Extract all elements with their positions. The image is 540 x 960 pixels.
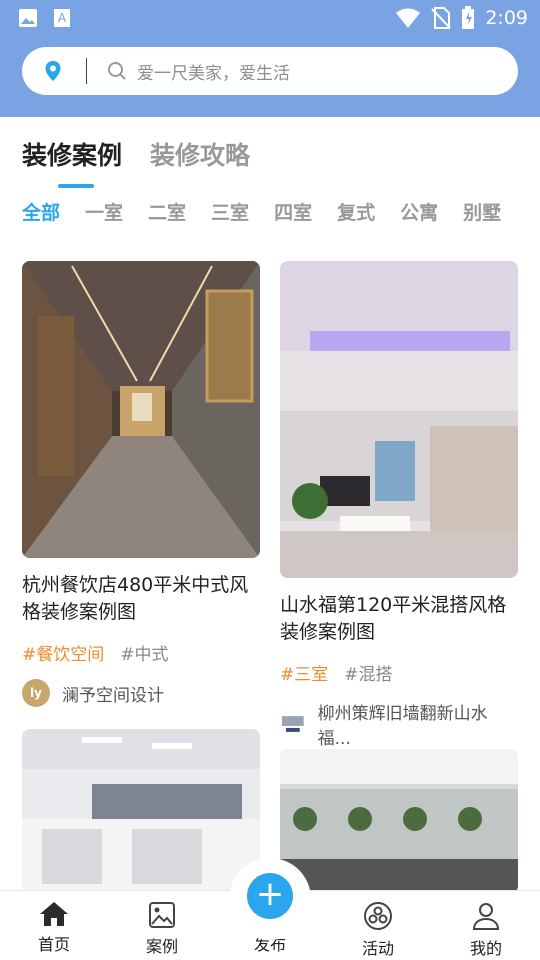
nav-activity[interactable]: 活动 [324,891,432,960]
svg-text:A: A [58,11,67,25]
case-card[interactable] [22,729,260,894]
author-name: 澜予空间设计 [62,685,164,706]
search-icon [108,62,126,80]
case-tag-secondary[interactable]: #中式 [120,640,168,665]
search-input[interactable]: 爱一尺美家，爱生活 [137,59,290,84]
category-villa[interactable]: 别墅 [463,198,501,225]
category-one-room[interactable]: 一室 [85,198,123,225]
status-bar: A 2:09 [0,0,540,36]
case-tag-primary[interactable]: #餐饮空间 [22,640,104,665]
case-title[interactable]: 杭州餐饮店480平米中式风格装修案例图 [22,572,260,626]
case-card[interactable] [280,749,518,894]
category-three-room[interactable]: 三室 [211,198,249,225]
image-icon [149,902,175,928]
nav-mine[interactable]: 我的 [432,891,540,960]
home-icon [40,902,68,926]
case-tags: #餐饮空间 #中式 [22,640,260,665]
author-avatar: ly [22,679,50,707]
nav-home[interactable]: 首页 [0,891,108,960]
search-divider [86,58,87,84]
category-two-room[interactable]: 二室 [148,198,186,225]
case-tags: #三室 #混搭 [280,660,518,685]
case-tag-primary[interactable]: #三室 [280,660,328,685]
case-card[interactable]: 山水福第120平米混搭风格装修案例图 #三室 #混搭 柳州策辉旧墙翻新山水福..… [280,261,518,749]
nav-home-label: 首页 [37,935,70,954]
case-image-livingroom[interactable] [280,261,518,578]
publish-plus-button[interactable]: + [247,873,293,919]
location-pin-icon[interactable] [42,60,64,82]
wifi-icon [396,8,421,28]
case-card[interactable]: 杭州餐饮店480平米中式风格装修案例图 #餐饮空间 #中式 ly 澜予空间设计 [22,261,260,707]
activity-icon [364,902,392,930]
nav-cases[interactable]: 案例 [108,891,216,960]
case-author[interactable]: 柳州策辉旧墙翻新山水福... [280,699,518,749]
top-header: A 2:09 爱一尺美家，爱生活 [0,0,540,117]
category-four-room[interactable]: 四室 [274,198,312,225]
case-tag-secondary[interactable]: #混搭 [344,660,392,685]
status-time: 2:09 [485,7,528,29]
author-logo-icon [281,716,304,732]
profile-icon [472,903,500,930]
category-all[interactable]: 全部 [22,198,60,225]
case-image-corridor[interactable] [22,261,260,558]
gallery-notification-icon [19,9,37,27]
author-name: 柳州策辉旧墙翻新山水福... [317,704,488,749]
nav-activity-label: 活动 [361,939,394,958]
no-sim-icon [431,7,452,29]
room-category-filter: 全部 一室 二室 三室 四室 复式 公寓 别墅 [22,198,501,225]
case-image-shop[interactable] [280,749,518,894]
case-author[interactable]: ly 澜予空间设计 [22,679,260,707]
nav-cases-label: 案例 [145,937,178,956]
app-notification-icon: A [54,9,70,27]
case-title[interactable]: 山水福第120平米混搭风格装修案例图 [280,592,518,646]
tab-guides[interactable]: 装修攻略 [150,136,250,182]
category-duplex[interactable]: 复式 [337,198,375,225]
nav-mine-label: 我的 [469,939,502,958]
tab-cases[interactable]: 装修案例 [22,136,122,188]
battery-icon [462,6,475,29]
case-image-office[interactable] [22,729,260,894]
content-tabs: 装修案例 装修攻略 [22,136,250,188]
category-apartment[interactable]: 公寓 [400,198,438,225]
search-bar[interactable]: 爱一尺美家，爱生活 [22,47,518,95]
